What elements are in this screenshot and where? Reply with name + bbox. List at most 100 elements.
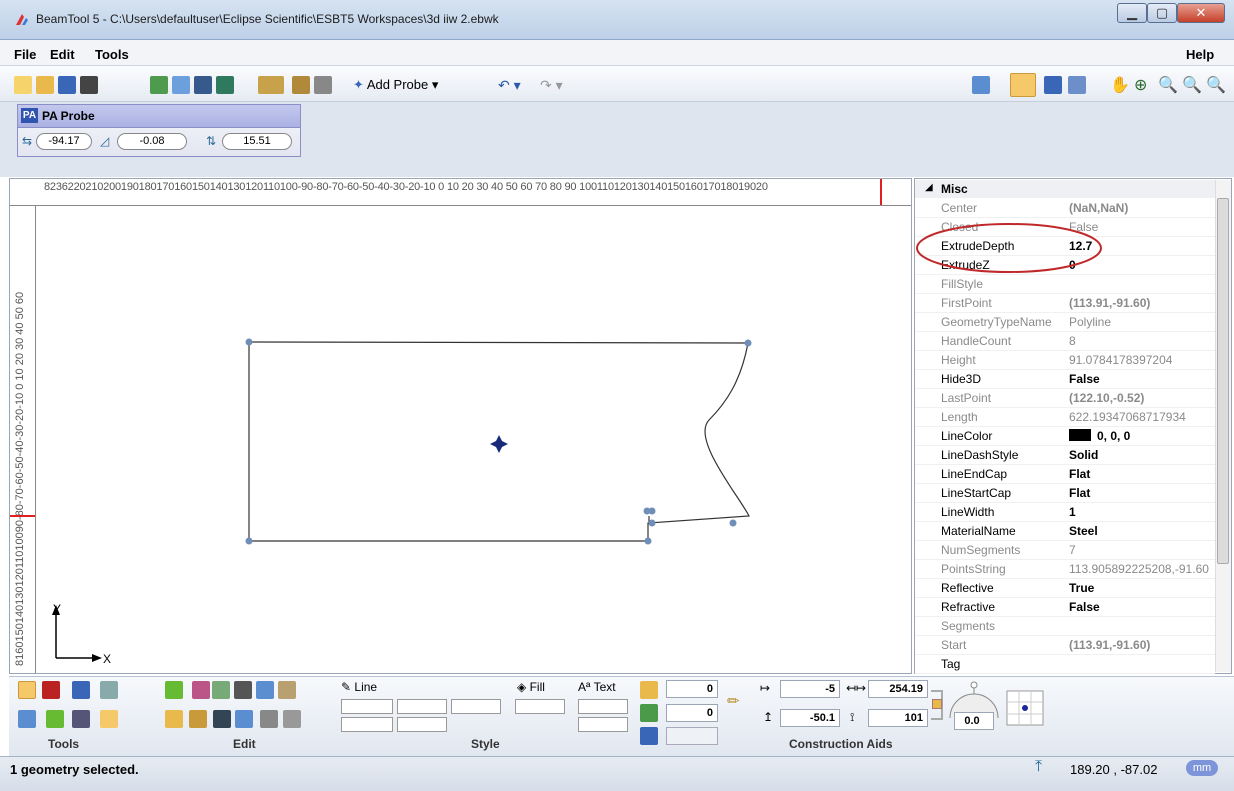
property-value[interactable]: False	[1069, 372, 1100, 386]
property-row[interactable]: Hide3D False	[915, 370, 1215, 389]
paste-icon[interactable]	[278, 681, 296, 699]
hatch-tool-icon[interactable]	[46, 710, 64, 728]
property-row[interactable]: Segments	[915, 617, 1215, 636]
property-value[interactable]: False	[1069, 600, 1100, 614]
property-value[interactable]: 0, 0, 0	[1069, 429, 1130, 443]
property-value[interactable]: True	[1069, 581, 1094, 595]
property-row[interactable]: GeometryTypeName Polyline	[915, 313, 1215, 332]
construction-pencil-icon[interactable]: ✏	[727, 692, 740, 710]
property-value[interactable]: 7	[1069, 543, 1076, 557]
measure-icon[interactable]	[258, 76, 284, 94]
new-file-icon[interactable]	[14, 76, 32, 94]
angle-input[interactable]: 0.0	[954, 712, 994, 730]
handle[interactable]	[744, 339, 752, 347]
menu-help[interactable]: Help	[1186, 47, 1214, 62]
mirror-icon[interactable]	[213, 710, 231, 728]
property-value[interactable]: 1	[1069, 505, 1076, 519]
property-row[interactable]: Height 91.0784178397204	[915, 351, 1215, 370]
text-place-icon[interactable]	[640, 681, 658, 699]
dimension-tool-icon[interactable]	[72, 710, 90, 728]
property-value[interactable]: 8	[1069, 334, 1076, 348]
ungroup-icon[interactable]	[283, 710, 301, 728]
text-dropdown[interactable]	[578, 699, 628, 714]
property-row[interactable]: HandleCount 8	[915, 332, 1215, 351]
handle[interactable]	[245, 338, 253, 346]
zoom-fit-icon[interactable]: ⊕	[1134, 75, 1147, 95]
handle[interactable]	[644, 537, 652, 545]
zoom-window-icon[interactable]: 🔍	[1158, 75, 1178, 95]
geometry-svg[interactable]	[36, 206, 911, 673]
send-back-icon[interactable]	[189, 710, 207, 728]
width-input[interactable]: 254.19	[868, 680, 928, 698]
pan-icon[interactable]: ✋	[1110, 75, 1130, 95]
group-icon[interactable]	[260, 710, 278, 728]
property-value[interactable]: 113.905892225208,-91.60	[1069, 562, 1209, 576]
property-row[interactable]: FirstPoint (113.91,-91.60)	[915, 294, 1215, 313]
line-end-cap-dropdown[interactable]	[397, 717, 447, 732]
view-wire-icon[interactable]	[1068, 76, 1086, 94]
line-width-dropdown[interactable]	[341, 699, 393, 714]
view-3d-icon[interactable]	[1044, 76, 1062, 94]
view-2d-icon[interactable]	[1010, 73, 1036, 97]
handle[interactable]	[729, 519, 737, 527]
probe-z-field[interactable]: 15.51	[222, 133, 292, 150]
property-value[interactable]: Polyline	[1069, 315, 1111, 329]
property-row[interactable]: PointsString 113.905892225208,-91.60	[915, 560, 1215, 579]
property-value[interactable]: Flat	[1069, 486, 1090, 500]
table-icon[interactable]	[172, 76, 190, 94]
layer-icon[interactable]	[150, 76, 168, 94]
property-row[interactable]: Start (113.91,-91.60)	[915, 636, 1215, 655]
text-value-c[interactable]	[666, 727, 718, 745]
property-row[interactable]: Reflective True	[915, 579, 1215, 598]
camera-icon[interactable]	[80, 76, 98, 94]
line-dash-dropdown[interactable]	[397, 699, 447, 714]
property-row[interactable]: MaterialName Steel	[915, 522, 1215, 541]
save-icon[interactable]	[58, 76, 76, 94]
misc-section-header[interactable]: ◢ Misc	[915, 180, 1215, 198]
property-value[interactable]: Steel	[1069, 524, 1098, 538]
menu-file[interactable]: File	[14, 47, 36, 62]
property-row[interactable]: LineColor 0, 0, 0	[915, 427, 1215, 446]
dimension-place-icon[interactable]	[640, 704, 658, 722]
edit-measure-icon[interactable]	[292, 76, 310, 94]
probe-angle-field[interactable]: -0.08	[117, 133, 187, 150]
property-scroll-thumb[interactable]	[1217, 198, 1229, 564]
bring-front-icon[interactable]	[165, 710, 183, 728]
offset-y-input[interactable]: -50.1	[780, 709, 840, 727]
filter-icon[interactable]	[314, 76, 332, 94]
add-point-icon[interactable]	[212, 681, 230, 699]
wrench-tool-icon[interactable]	[18, 710, 36, 728]
property-value[interactable]: 91.0784178397204	[1069, 353, 1172, 367]
transform-icon[interactable]	[165, 681, 183, 699]
panel-tool-icon[interactable]	[100, 710, 118, 728]
units-badge[interactable]: mm	[1186, 760, 1218, 776]
property-row[interactable]: Tag	[915, 655, 1215, 674]
property-value[interactable]: (113.91,-91.60)	[1069, 638, 1150, 652]
origin-grid[interactable]	[1006, 690, 1044, 726]
eraser-icon[interactable]	[192, 681, 210, 699]
property-value[interactable]: (113.91,-91.60)	[1069, 296, 1150, 310]
select-tool-icon[interactable]	[18, 681, 36, 699]
property-value[interactable]: Solid	[1069, 448, 1098, 462]
property-value[interactable]: 622.19347068717934	[1069, 410, 1186, 424]
property-row[interactable]: LastPoint (122.10,-0.52)	[915, 389, 1215, 408]
minimize-button[interactable]: ▁	[1117, 3, 1147, 23]
close-button[interactable]: ✕	[1177, 3, 1225, 23]
chart-icon[interactable]	[216, 76, 234, 94]
line-color-dropdown[interactable]	[451, 699, 501, 714]
list-icon[interactable]	[640, 727, 658, 745]
shape-tool-icon[interactable]	[72, 681, 90, 699]
height-input[interactable]: 101	[868, 709, 928, 727]
zoom-in-icon[interactable]: 🔍	[1182, 75, 1202, 95]
rect-tool-icon[interactable]	[100, 681, 118, 699]
handle[interactable]	[245, 537, 253, 545]
maximize-button[interactable]: ▢	[1147, 3, 1177, 23]
text-value-a[interactable]: 0	[666, 680, 718, 698]
property-row[interactable]: Length 622.19347068717934	[915, 408, 1215, 427]
text-value-b[interactable]: 0	[666, 704, 718, 722]
property-value[interactable]: (122.10,-0.52)	[1069, 391, 1144, 405]
lock-icon[interactable]	[932, 699, 942, 709]
undo-icon[interactable]: ↶ ▾	[498, 77, 521, 94]
property-row[interactable]: Center (NaN,NaN)	[915, 199, 1215, 218]
handle[interactable]	[648, 519, 656, 527]
